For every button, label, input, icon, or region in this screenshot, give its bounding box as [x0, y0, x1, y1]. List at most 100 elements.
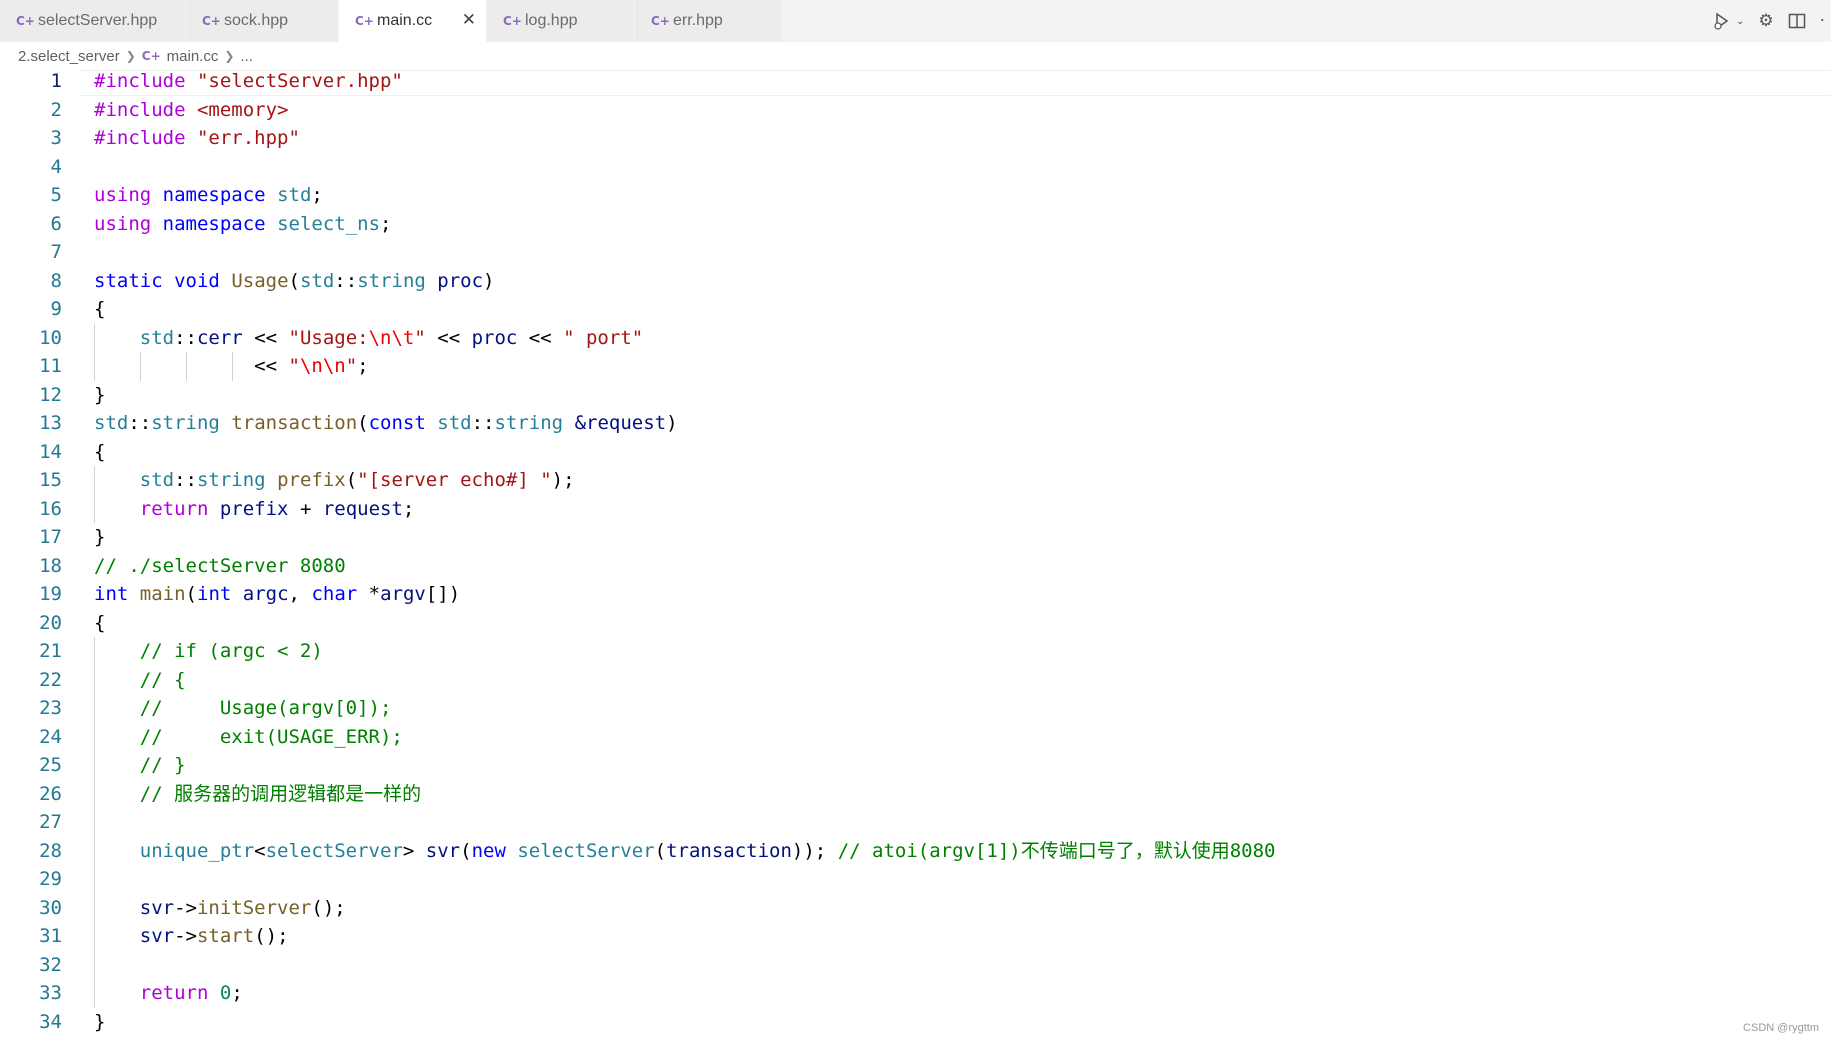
code-line[interactable]: 22 // { — [0, 665, 1831, 694]
code-token: ) — [666, 412, 678, 434]
code-text: { — [94, 295, 105, 324]
code-line[interactable]: 33 return 0; — [0, 979, 1831, 1008]
code-line[interactable]: 32 — [0, 950, 1831, 979]
code-token: string — [494, 412, 564, 434]
line-number: 1 — [50, 70, 62, 92]
code-line[interactable]: 4 — [0, 153, 1831, 182]
tab-err-hpp[interactable]: C+ err.hpp — [635, 0, 783, 42]
chevron-down-icon[interactable]: ⌄ — [1736, 16, 1744, 27]
line-number: 11 — [39, 355, 62, 377]
code-line[interactable]: 15 std::string prefix("[server echo#] ")… — [0, 466, 1831, 495]
code-line[interactable]: 26 // 服务器的调用逻辑都是一样的 — [0, 779, 1831, 809]
more-actions-icon[interactable]: · — [1820, 11, 1825, 31]
code-line[interactable]: 29 — [0, 865, 1831, 894]
code-line[interactable]: 14 { — [0, 438, 1831, 467]
line-number: 34 — [39, 1010, 62, 1033]
code-token: } — [94, 383, 106, 406]
code-token: argc — [242, 583, 289, 605]
code-line[interactable]: 10 std::cerr << "Usage:\n\t" << proc << … — [0, 323, 1831, 352]
code-line[interactable]: 17} — [0, 523, 1831, 552]
tab-sock-hpp[interactable]: C+ sock.hpp — [186, 0, 339, 42]
indent-guide — [94, 808, 95, 837]
tab-label: log.hpp — [525, 12, 578, 29]
line-number: 4 — [50, 155, 62, 178]
code-token: svr — [139, 896, 175, 919]
breadcrumb-symbol[interactable]: ... — [240, 48, 253, 65]
code-token: ( — [288, 269, 300, 292]
line-number: 24 — [39, 725, 62, 748]
code-line[interactable]: 13 std::string transaction(const std::str… — [0, 409, 1831, 438]
code-token: << — [242, 326, 289, 349]
code-line[interactable]: 20 { — [0, 609, 1831, 638]
code-token: select_ns — [277, 212, 381, 235]
tab-main-cc[interactable]: C+ main.cc ✕ — [339, 0, 487, 42]
code-text: // 服务器的调用逻辑都是一样的 — [94, 780, 421, 809]
code-token: ; — [402, 497, 415, 520]
code-token: static — [94, 269, 163, 292]
code-token: proc — [471, 326, 518, 349]
code-token: string — [357, 269, 426, 292]
code-line[interactable]: 25 // } — [0, 751, 1831, 780]
code-token: selectServer — [265, 839, 403, 862]
indent-guide — [94, 865, 95, 894]
breadcrumb: 2.select_server ❯ C+ main.cc ❯ ... — [18, 44, 253, 68]
code-line[interactable]: 2 #include <memory> — [0, 96, 1831, 125]
code-text: { — [94, 609, 105, 638]
code-line[interactable]: 8 static void Usage(std::string proc) — [0, 267, 1831, 296]
breadcrumb-folder[interactable]: 2.select_server — [18, 48, 120, 65]
code-token: // atoi(argv[1])不传端口号了，默认使用8080 — [837, 839, 1276, 862]
code-token: // 服务器的调用逻辑都是一样的 — [139, 782, 422, 805]
breadcrumb-file[interactable]: main.cc — [167, 48, 219, 65]
code-token: :: — [174, 469, 197, 491]
code-line[interactable]: 21 // if (argc < 2) — [0, 637, 1831, 666]
tab-selectserver-hpp[interactable]: C+ selectServer.hpp — [0, 0, 186, 42]
code-text: // } — [94, 751, 186, 780]
code-line[interactable]: 24 // exit(USAGE_ERR); — [0, 722, 1831, 752]
code-line[interactable]: 12} — [0, 381, 1831, 410]
code-line[interactable]: 30 svr->initServer(); — [0, 893, 1831, 922]
line-number: 23 — [39, 697, 62, 719]
code-line[interactable]: 27 — [0, 808, 1831, 837]
line-number: 25 — [39, 754, 62, 776]
close-tab-icon[interactable]: ✕ — [462, 10, 476, 30]
code-token: "selectServer.hpp" — [196, 70, 403, 92]
code-line[interactable]: 23 // Usage(argv[0]); — [0, 694, 1831, 723]
code-token: ; — [311, 184, 323, 206]
run-debug-icon[interactable]: ⌄ — [1712, 11, 1744, 31]
code-line[interactable]: 16 return prefix + request; — [0, 494, 1831, 523]
code-line[interactable]: 6 using namespace select_ns; — [0, 210, 1831, 239]
code-token: std — [277, 184, 312, 206]
code-line[interactable]: 7 — [0, 238, 1831, 267]
code-editor[interactable]: 1 #include "selectServer.hpp" 2 #include <m… — [0, 70, 1831, 1040]
code-line[interactable]: 18 // ./selectServer 8080 — [0, 552, 1831, 581]
code-line[interactable]: 31 svr->start(); — [0, 922, 1831, 951]
split-editor-icon[interactable] — [1788, 12, 1806, 30]
line-number: 6 — [50, 212, 62, 235]
code-line[interactable]: 3 #include "err.hpp" — [0, 124, 1831, 153]
code-token: initServer — [196, 896, 312, 919]
code-line[interactable]: 19 int main(int argc, char *argv[]) — [0, 580, 1831, 609]
code-text: // exit(USAGE_ERR); — [94, 723, 403, 752]
code-line[interactable]: 34} — [0, 1008, 1831, 1037]
code-token: std — [437, 412, 472, 434]
settings-gear-icon[interactable]: ⚙ — [1758, 11, 1773, 31]
code-line[interactable]: 9{ — [0, 295, 1831, 324]
tab-log-hpp[interactable]: C+ log.hpp — [487, 0, 635, 42]
code-line[interactable]: 28 unique_ptr<selectServer> svr(new sele… — [0, 836, 1831, 865]
code-token: void — [174, 269, 220, 292]
line-number: 26 — [39, 782, 62, 805]
code-token: { — [94, 611, 106, 634]
vscode-editor-window: C+ selectServer.hpp C+ sock.hpp C+ main.… — [0, 0, 1831, 1040]
code-line[interactable]: 1 #include "selectServer.hpp" — [0, 67, 1831, 96]
code-line[interactable]: 11 << "\n\n"; — [0, 352, 1831, 381]
code-line[interactable]: 5 using namespace std; — [0, 181, 1831, 210]
